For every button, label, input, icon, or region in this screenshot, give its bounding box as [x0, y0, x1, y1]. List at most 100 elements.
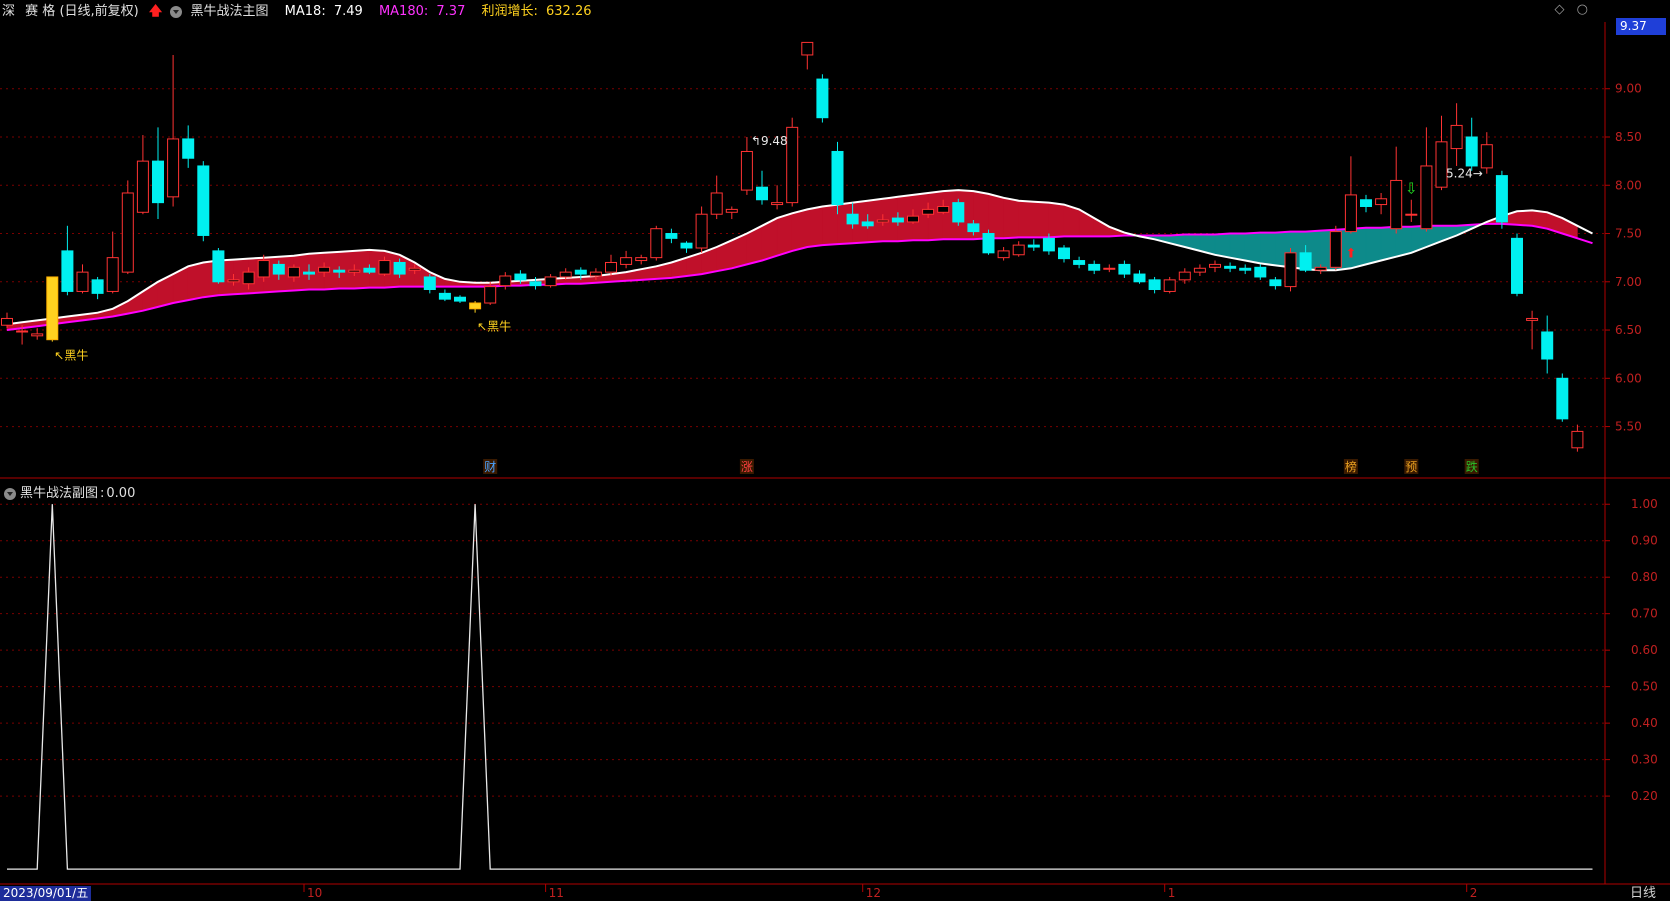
candle-up[interactable]	[635, 257, 648, 262]
candle-up[interactable]	[1178, 271, 1191, 281]
candle-up[interactable]	[695, 213, 708, 249]
candle-down[interactable]	[1254, 266, 1267, 278]
candle-up[interactable]	[167, 138, 180, 198]
candle-down[interactable]	[303, 271, 315, 275]
candle-up[interactable]	[1103, 267, 1116, 270]
candle-down[interactable]	[1073, 260, 1086, 265]
candle-down[interactable]	[61, 250, 74, 292]
candle-down[interactable]	[1148, 279, 1161, 291]
signal-candle[interactable]	[469, 302, 482, 310]
candle-up[interactable]	[605, 261, 617, 273]
candle-down[interactable]	[861, 221, 874, 227]
candle-up[interactable]	[786, 126, 799, 204]
candle-down[interactable]	[1360, 199, 1372, 207]
candle-down[interactable]	[1541, 331, 1554, 360]
candle-down[interactable]	[1224, 265, 1237, 269]
candle-down[interactable]	[1269, 279, 1282, 287]
candle-down[interactable]	[1495, 175, 1508, 223]
candle-down[interactable]	[454, 296, 466, 302]
candle-up[interactable]	[318, 266, 331, 273]
candle-up[interactable]	[76, 271, 89, 292]
candle-up[interactable]	[650, 228, 663, 259]
candle-up[interactable]	[907, 215, 919, 223]
candle-down[interactable]	[514, 273, 527, 281]
candle-down[interactable]	[152, 160, 164, 204]
signal-candle[interactable]	[46, 276, 59, 341]
stock-name[interactable]: 赛 格	[25, 2, 55, 22]
candle-up[interactable]	[1526, 317, 1539, 321]
candle-up[interactable]	[620, 257, 633, 265]
candle-down[interactable]	[1556, 377, 1569, 420]
candle-up[interactable]	[876, 219, 889, 223]
candle-up[interactable]	[1420, 165, 1433, 230]
candle-up[interactable]	[257, 260, 270, 278]
candle-up[interactable]	[997, 250, 1010, 259]
candle-up[interactable]	[499, 275, 512, 287]
candle-up[interactable]	[1344, 194, 1357, 233]
candle-up[interactable]	[740, 150, 753, 191]
candle-down[interactable]	[680, 242, 693, 249]
candle-up[interactable]	[484, 286, 497, 304]
candle-up[interactable]	[1163, 279, 1176, 292]
candle-up[interactable]	[922, 208, 935, 215]
candle-down[interactable]	[665, 233, 678, 239]
candle-down[interactable]	[438, 292, 451, 300]
candle-down[interactable]	[574, 269, 587, 275]
candle-down[interactable]	[182, 138, 195, 159]
candle-up[interactable]	[1390, 179, 1403, 230]
candle-up[interactable]	[1284, 252, 1297, 288]
candle-up[interactable]	[937, 205, 950, 213]
candle-down[interactable]	[1239, 267, 1252, 271]
candle-up[interactable]	[378, 260, 391, 275]
candle-up[interactable]	[559, 271, 572, 278]
candle-down[interactable]	[756, 186, 768, 201]
candle-down[interactable]	[1118, 263, 1131, 275]
candle-down[interactable]	[1511, 237, 1523, 294]
candle-down[interactable]	[1299, 252, 1312, 271]
candle-down[interactable]	[1058, 247, 1070, 260]
candle-down[interactable]	[393, 261, 406, 275]
chart-mode[interactable]: (日线,前复权)	[59, 2, 138, 22]
candle-up[interactable]	[1209, 263, 1221, 268]
candle-down[interactable]	[272, 263, 285, 275]
candle-up[interactable]	[136, 160, 149, 213]
candle-up[interactable]	[589, 271, 602, 277]
dropdown-circle-icon[interactable]	[170, 6, 183, 18]
candle-up[interactable]	[725, 208, 738, 213]
candle-up[interactable]	[227, 279, 240, 283]
candle-up[interactable]	[1405, 213, 1418, 216]
candle-down[interactable]	[212, 250, 225, 283]
candle-up[interactable]	[287, 266, 300, 278]
candle-up[interactable]	[348, 269, 361, 273]
candle-up[interactable]	[1450, 124, 1463, 150]
candle-down[interactable]	[1465, 136, 1478, 167]
candle-down[interactable]	[423, 276, 436, 291]
candle-up[interactable]	[1, 317, 13, 326]
candle-up[interactable]	[242, 271, 255, 285]
kline-chart[interactable]: 9.00 8.50 8.00 7.50 7.00 6.50 6.00 5.50 1.00 0.90…	[0, 0, 1670, 901]
candle-down[interactable]	[91, 279, 104, 294]
candle-up[interactable]	[1193, 267, 1206, 273]
candle-down[interactable]	[333, 269, 346, 273]
candle-up[interactable]	[1375, 198, 1388, 206]
circle-icon[interactable]: ○	[1577, 2, 1588, 17]
candle-up[interactable]	[1571, 430, 1584, 449]
candle-up[interactable]	[710, 192, 723, 215]
candle-down[interactable]	[952, 202, 965, 223]
candle-down[interactable]	[1088, 263, 1101, 271]
diamond-icon[interactable]: ◇	[1555, 2, 1565, 17]
candle-down[interactable]	[1027, 244, 1040, 248]
candle-down[interactable]	[1133, 273, 1146, 283]
candle-down[interactable]	[982, 233, 995, 254]
period-label[interactable]: 日线	[1630, 886, 1656, 901]
candle-up[interactable]	[1314, 266, 1327, 271]
candle-up[interactable]	[408, 267, 421, 271]
dropdown-circle-icon[interactable]	[4, 488, 16, 500]
candle-down[interactable]	[891, 217, 904, 223]
candle-down[interactable]	[363, 267, 376, 273]
candle-down[interactable]	[967, 223, 980, 233]
candle-up[interactable]	[16, 330, 29, 333]
candle-down[interactable]	[831, 150, 844, 206]
candle-down[interactable]	[1042, 237, 1055, 252]
candle-down[interactable]	[846, 213, 859, 225]
